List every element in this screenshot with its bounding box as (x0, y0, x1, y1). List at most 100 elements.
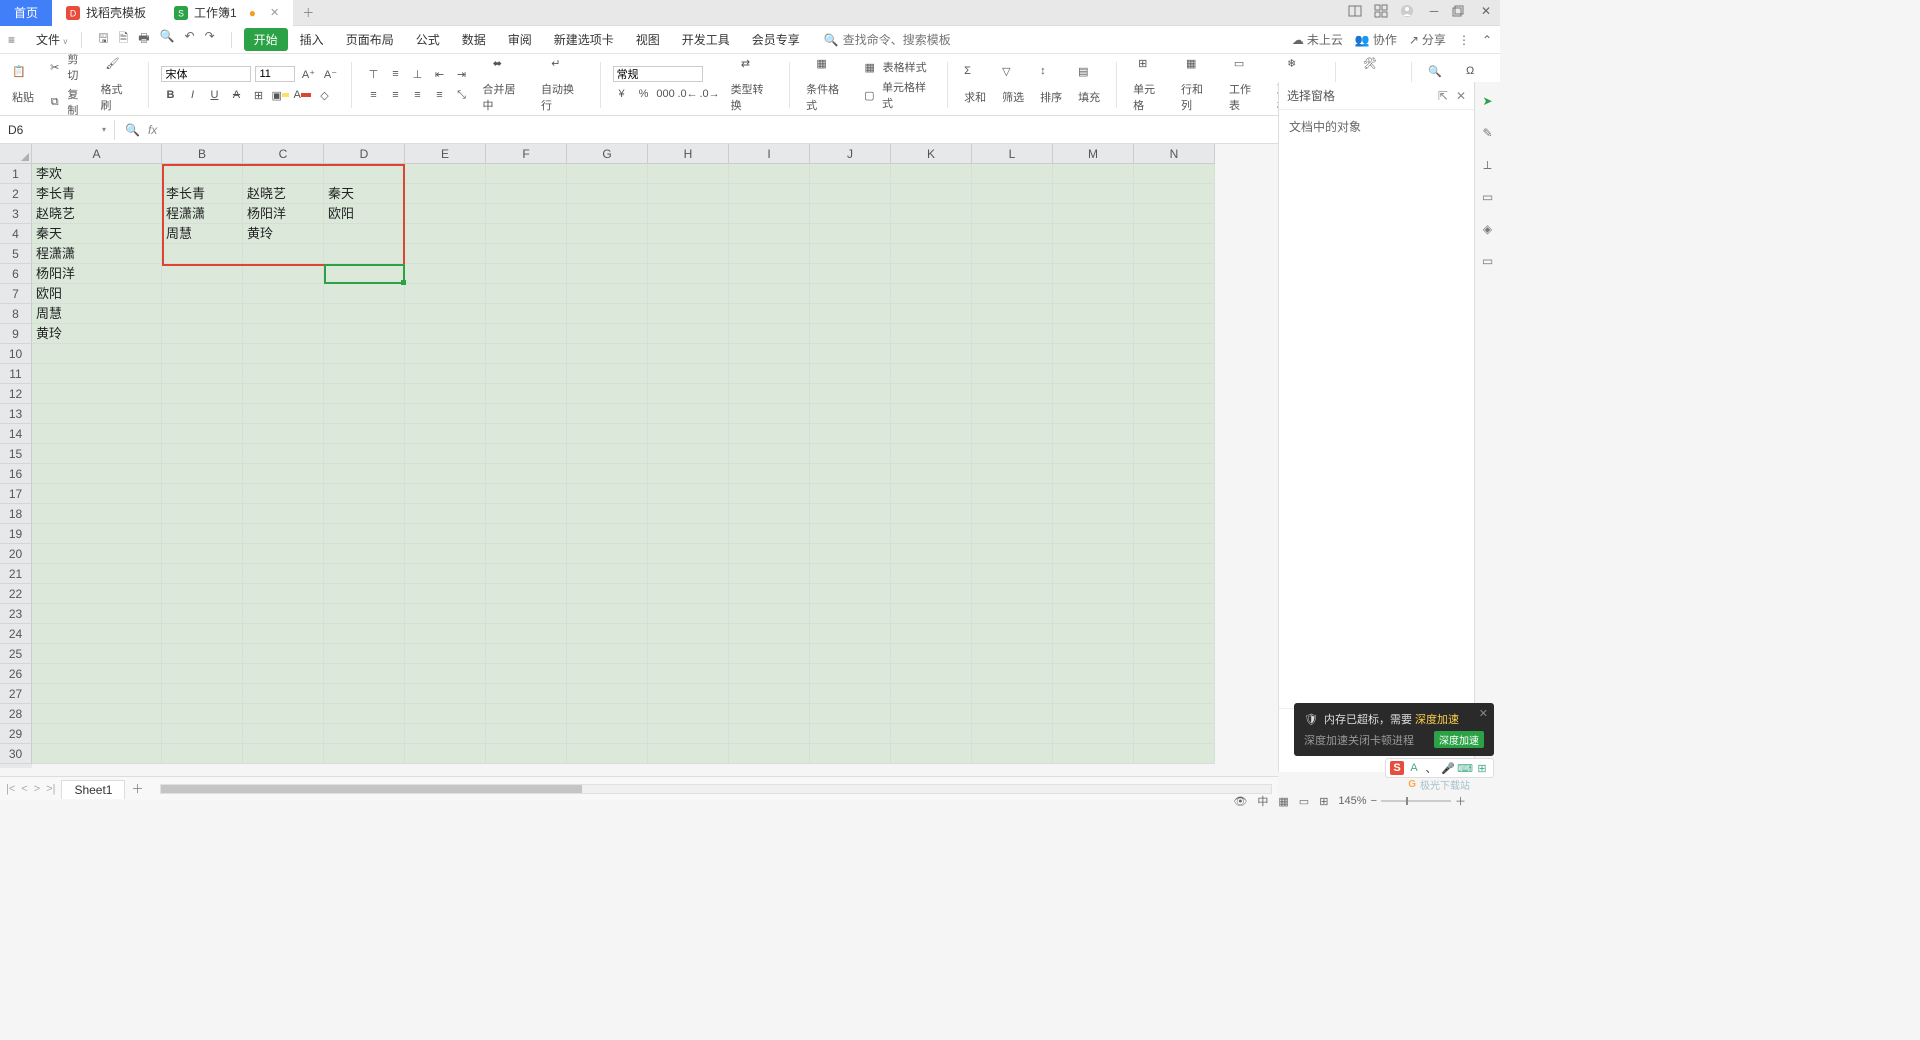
cell[interactable] (729, 564, 810, 584)
cell[interactable] (162, 604, 243, 624)
number-format[interactable] (613, 66, 703, 82)
ribbon-tab-2[interactable]: 页面布局 (336, 28, 404, 51)
cell[interactable] (32, 644, 162, 664)
cell[interactable] (486, 404, 567, 424)
search-input[interactable] (843, 33, 963, 47)
shield-side-icon[interactable]: ◈ (1479, 220, 1497, 238)
align-bottom-icon[interactable]: ⊥ (408, 65, 426, 83)
cell[interactable] (405, 164, 486, 184)
cell[interactable] (1134, 584, 1215, 604)
cell[interactable] (1053, 224, 1134, 244)
cell[interactable] (243, 284, 324, 304)
cell[interactable] (1134, 644, 1215, 664)
cell[interactable] (567, 304, 648, 324)
cell[interactable] (972, 424, 1053, 444)
cell[interactable] (810, 404, 891, 424)
cell[interactable] (810, 344, 891, 364)
cell[interactable] (810, 424, 891, 444)
cell[interactable] (32, 544, 162, 564)
cell[interactable] (648, 184, 729, 204)
cell[interactable] (729, 164, 810, 184)
cell[interactable] (1134, 384, 1215, 404)
cell[interactable] (891, 704, 972, 724)
cell[interactable] (405, 244, 486, 264)
new-tab-button[interactable]: ＋ (293, 0, 323, 26)
cell[interactable] (162, 504, 243, 524)
cell[interactable] (567, 384, 648, 404)
cell[interactable] (891, 164, 972, 184)
col-header[interactable]: M (1053, 144, 1134, 164)
cell[interactable]: 李欢 (32, 164, 162, 184)
cell[interactable] (162, 404, 243, 424)
cell[interactable] (162, 564, 243, 584)
cell[interactable] (891, 284, 972, 304)
cell[interactable] (405, 184, 486, 204)
cell[interactable] (486, 164, 567, 184)
cell[interactable] (405, 444, 486, 464)
cell[interactable] (891, 624, 972, 644)
cell[interactable] (891, 564, 972, 584)
cell[interactable] (405, 224, 486, 244)
cell[interactable] (243, 164, 324, 184)
cell[interactable] (810, 724, 891, 744)
cell[interactable] (162, 584, 243, 604)
cell[interactable]: 秦天 (32, 224, 162, 244)
cell[interactable] (972, 664, 1053, 684)
cell[interactable] (1134, 624, 1215, 644)
cell[interactable]: 欧阳 (324, 204, 405, 224)
cell[interactable] (648, 244, 729, 264)
sheet-tab[interactable]: Sheet1 (61, 780, 125, 799)
orientation-icon[interactable]: ⤡ (452, 86, 470, 104)
cell[interactable] (891, 464, 972, 484)
hamburger-icon[interactable]: ≡ (8, 33, 26, 47)
row-header[interactable]: 7 (0, 284, 32, 304)
cell[interactable] (648, 504, 729, 524)
cell[interactable] (486, 644, 567, 664)
clear-format-icon[interactable]: ◇ (315, 86, 333, 104)
cell[interactable] (1053, 724, 1134, 744)
cell[interactable] (729, 504, 810, 524)
cell[interactable] (1053, 464, 1134, 484)
cell[interactable] (972, 464, 1053, 484)
cell[interactable] (648, 484, 729, 504)
cell[interactable] (324, 324, 405, 344)
cell[interactable] (1053, 644, 1134, 664)
cell[interactable] (1053, 584, 1134, 604)
ribbon-tab-4[interactable]: 数据 (452, 28, 496, 51)
cell[interactable] (243, 584, 324, 604)
cell[interactable] (405, 664, 486, 684)
cell[interactable] (324, 504, 405, 524)
cell[interactable] (810, 684, 891, 704)
cell[interactable] (405, 344, 486, 364)
cell[interactable] (405, 704, 486, 724)
share-button[interactable]: ↗分享 (1409, 31, 1446, 48)
cell[interactable] (1134, 304, 1215, 324)
cell[interactable] (243, 744, 324, 764)
cell[interactable] (324, 464, 405, 484)
cell[interactable]: 杨阳洋 (243, 204, 324, 224)
cell[interactable] (567, 264, 648, 284)
zoom-control[interactable]: 145% − ＋ (1338, 793, 1466, 809)
cell[interactable] (486, 364, 567, 384)
font-select[interactable] (161, 66, 251, 82)
cell[interactable] (32, 564, 162, 584)
cell[interactable] (1134, 184, 1215, 204)
cell[interactable] (1134, 704, 1215, 724)
cell[interactable] (1134, 244, 1215, 264)
layout-icon[interactable] (1348, 4, 1364, 18)
row-header[interactable]: 20 (0, 544, 32, 564)
cell[interactable] (1053, 424, 1134, 444)
row-header[interactable]: 30 (0, 744, 32, 764)
collapse-icon[interactable]: ⌃ (1482, 33, 1492, 47)
row-header[interactable]: 10 (0, 344, 32, 364)
cell[interactable] (972, 384, 1053, 404)
ribbon-tab-7[interactable]: 视图 (626, 28, 670, 51)
cell[interactable] (324, 264, 405, 284)
cell[interactable] (891, 344, 972, 364)
fx-icon[interactable]: fx (148, 123, 157, 137)
sheet-last-icon[interactable]: >| (46, 783, 55, 795)
row-header[interactable]: 21 (0, 564, 32, 584)
cell[interactable] (1053, 324, 1134, 344)
cell[interactable] (1134, 524, 1215, 544)
cell[interactable] (486, 444, 567, 464)
